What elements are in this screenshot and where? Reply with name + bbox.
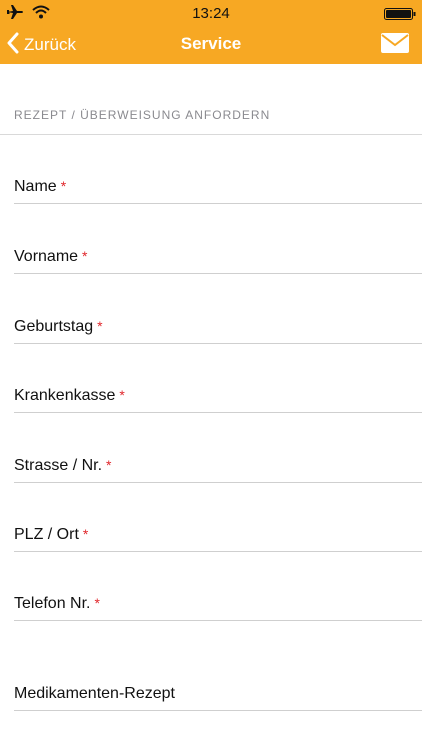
required-marker: * — [60, 178, 67, 194]
name-label: Name * — [14, 178, 67, 195]
field-underline — [14, 551, 422, 552]
required-marker: * — [97, 318, 103, 334]
field-underline — [14, 273, 422, 274]
field-underline — [14, 482, 422, 483]
plz-ort-label: PLZ / Ort * — [14, 526, 89, 543]
field-underline — [14, 343, 422, 344]
geburtstag-field[interactable]: Geburtstag * — [14, 308, 422, 344]
navigation-bar: Zurück Service — [0, 26, 422, 64]
battery-icon — [384, 7, 416, 20]
status-bar: 13:24 — [0, 0, 422, 26]
section-header: REZEPT / ÜBERWEISUNG ANFORDERN — [14, 108, 271, 122]
required-marker: * — [94, 595, 100, 611]
required-marker: * — [106, 457, 112, 473]
required-marker: * — [82, 248, 88, 264]
status-time: 13:24 — [192, 5, 230, 22]
krankenkasse-field[interactable]: Krankenkasse * — [14, 377, 422, 413]
field-underline — [14, 412, 422, 413]
mail-icon — [380, 33, 410, 59]
geburtstag-label: Geburtstag * — [14, 318, 103, 335]
required-marker: * — [82, 526, 89, 542]
medikamenten-rezept-label: Medikamenten-Rezept — [14, 685, 175, 702]
section-divider — [0, 134, 422, 135]
krankenkasse-label: Krankenkasse * — [14, 387, 125, 404]
page-title: Service — [180, 34, 242, 53]
strasse-label: Strasse / Nr. * — [14, 457, 112, 474]
field-underline — [14, 710, 422, 711]
mail-button[interactable] — [380, 31, 410, 57]
vorname-label: Vorname * — [14, 248, 88, 265]
telefon-label: Telefon Nr. * — [14, 595, 100, 612]
strasse-field[interactable]: Strasse / Nr. * — [14, 447, 422, 483]
telefon-field[interactable]: Telefon Nr. * — [14, 585, 422, 621]
field-underline — [14, 620, 422, 621]
name-field[interactable]: Name * — [14, 168, 422, 204]
field-underline — [14, 203, 422, 204]
vorname-field[interactable]: Vorname * — [14, 238, 422, 274]
medikamenten-rezept-field[interactable]: Medikamenten-Rezept — [14, 675, 422, 711]
required-marker: * — [119, 387, 125, 403]
plz-ort-field[interactable]: PLZ / Ort * — [14, 516, 422, 552]
